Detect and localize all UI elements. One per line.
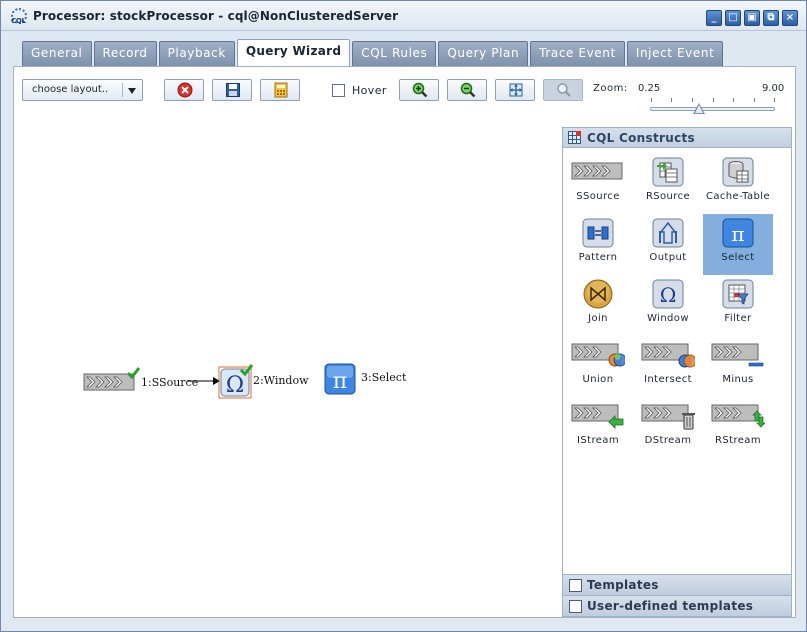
hover-label: Hover: [352, 84, 387, 97]
zoom-slider-track[interactable]: [650, 107, 775, 111]
save-icon: [226, 83, 240, 97]
canvas-node-ssource[interactable]: [83, 367, 141, 393]
palette-item-rstream[interactable]: RStream: [703, 397, 773, 458]
restore-button[interactable]: □: [725, 10, 741, 26]
pattern-icon: [582, 218, 614, 248]
window-controls: _ □ ▣ ⧉ ×: [706, 10, 798, 26]
zoom-max-label: 9.00: [762, 83, 785, 94]
layout-select[interactable]: choose layout..: [22, 79, 143, 101]
canvas-node-window[interactable]: Ω: [218, 364, 254, 400]
tab-trace-event[interactable]: Trace Event: [530, 41, 625, 66]
minimize-button[interactable]: _: [706, 10, 722, 26]
tab-playback[interactable]: Playback: [158, 41, 235, 66]
processor-window: CQL Processor: stockProcessor - cql@NonC…: [0, 0, 807, 632]
svg-text:Ω: Ω: [660, 283, 677, 307]
dstream-icon: [641, 404, 695, 430]
canvas-node-label: 2:Window: [253, 374, 309, 387]
canvas-node-label: 3:Select: [361, 371, 407, 384]
check-icon: [126, 367, 141, 380]
generate-query-button[interactable]: [260, 79, 300, 101]
delete-icon: [177, 82, 193, 98]
stream-source-icon: [571, 162, 623, 180]
palette-item-filter[interactable]: Filter: [703, 275, 773, 336]
query-canvas[interactable]: [14, 113, 559, 617]
window-title: Processor: stockProcessor - cql@NonClust…: [33, 9, 399, 23]
select-pi-icon: π: [722, 218, 754, 248]
cache-table-icon: [722, 157, 754, 187]
output-icon: [652, 218, 684, 248]
window-omega-icon: Ω: [652, 279, 684, 309]
detach-button[interactable]: ⧉: [763, 10, 779, 26]
save-button[interactable]: [212, 79, 252, 101]
zoom-out-icon: [460, 82, 476, 98]
palette-item-pattern[interactable]: Pattern: [563, 214, 633, 275]
tab-general[interactable]: General: [22, 41, 92, 66]
tab-cql-rules[interactable]: CQL Rules: [352, 41, 437, 66]
chevron-down-icon: [128, 88, 136, 94]
tab-strip: General Record Playback Query Wizard CQL…: [22, 39, 725, 67]
close-button[interactable]: ×: [782, 10, 798, 26]
filter-icon: [722, 279, 754, 309]
tab-query-plan[interactable]: Query Plan: [438, 41, 529, 66]
palette-item-rsource[interactable]: RSource: [633, 153, 703, 214]
magnifier-button[interactable]: [543, 79, 583, 101]
palette-item-join[interactable]: Join: [563, 275, 633, 336]
user-defined-templates-section[interactable]: User-defined templates: [563, 595, 791, 616]
window-omega-icon: Ω: [226, 373, 244, 398]
zoom-ticks: [651, 98, 775, 104]
maximize-button[interactable]: ▣: [744, 10, 760, 26]
palette-item-cache-table[interactable]: Cache-Table: [703, 153, 773, 214]
palette-item-minus[interactable]: Minus: [703, 336, 773, 397]
palette-item-window[interactable]: Ω Window: [633, 275, 703, 336]
templates-expand-icon: [569, 579, 582, 592]
palette-item-ssource[interactable]: SSource: [563, 153, 633, 214]
delete-button[interactable]: [164, 79, 204, 101]
tab-inject-event[interactable]: Inject Event: [626, 41, 724, 66]
zoom-min-label: 0.25: [638, 83, 661, 94]
palette-header[interactable]: CQL Constructs: [563, 128, 791, 148]
palette-item-dstream[interactable]: DStream: [633, 397, 703, 458]
zoom-out-button[interactable]: [447, 79, 487, 101]
palette-title: CQL Constructs: [587, 131, 695, 145]
palette-item-select[interactable]: π Select: [703, 214, 773, 275]
stream-source-icon: [83, 373, 135, 391]
join-icon: [583, 279, 613, 309]
istream-icon: [571, 404, 624, 429]
cql-constructs-palette: CQL Constructs SSource RSource Cache-Tab…: [562, 127, 792, 617]
tab-record[interactable]: Record: [93, 41, 157, 66]
title-bar: CQL Processor: stockProcessor - cql@NonC…: [1, 1, 806, 31]
zoom-label: Zoom:: [593, 83, 628, 94]
user-templates-expand-icon: [569, 600, 582, 613]
minus-icon: [711, 343, 764, 367]
svg-text:π: π: [731, 222, 744, 246]
intersect-icon: [641, 343, 695, 368]
magnifier-icon: [557, 83, 571, 97]
hover-checkbox[interactable]: [332, 84, 345, 97]
select-pi-icon: π: [333, 369, 347, 394]
fit-icon: [509, 83, 523, 97]
palette-item-union[interactable]: Union: [563, 336, 633, 397]
layout-select-value: choose layout..: [32, 84, 109, 95]
rstream-icon: [711, 404, 765, 428]
calculator-icon: [274, 82, 288, 98]
relation-source-icon: [652, 157, 684, 187]
zoom-in-button[interactable]: [399, 79, 439, 101]
fit-to-screen-button[interactable]: [495, 79, 535, 101]
union-icon: [571, 343, 625, 367]
zoom-slider-thumb[interactable]: [693, 103, 705, 114]
zoom-in-icon: [412, 82, 428, 98]
palette-item-istream[interactable]: IStream: [563, 397, 633, 458]
palette-item-output[interactable]: Output: [633, 214, 703, 275]
grid-icon: [568, 131, 581, 144]
templates-section[interactable]: Templates: [563, 574, 791, 595]
palette-item-intersect[interactable]: Intersect: [633, 336, 703, 397]
canvas-node-select[interactable]: π: [324, 363, 356, 395]
tab-query-wizard[interactable]: Query Wizard: [236, 39, 351, 67]
cql-app-icon: CQL: [10, 8, 28, 26]
